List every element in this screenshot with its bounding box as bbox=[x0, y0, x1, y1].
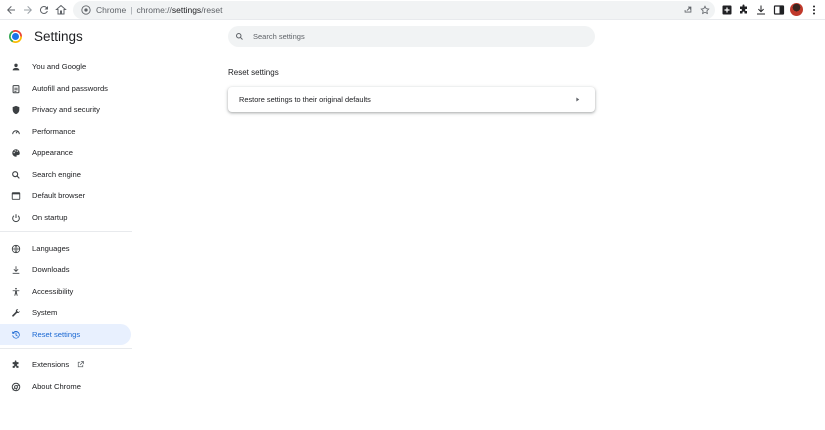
extensions-puzzle-icon[interactable] bbox=[736, 2, 752, 18]
person-icon bbox=[10, 61, 22, 73]
sidebar-item-label: Default browser bbox=[32, 191, 86, 200]
omnibox[interactable]: Chrome | chrome://settings/reset bbox=[73, 1, 715, 19]
bookmark-star-icon[interactable] bbox=[697, 2, 713, 18]
sidebar-item-languages[interactable]: Languages bbox=[0, 238, 131, 259]
sidebar-item-label: Privacy and security bbox=[32, 105, 100, 114]
sidebar-item-label: Search engine bbox=[32, 170, 81, 179]
sidebar-item-label: Languages bbox=[32, 244, 70, 253]
search-icon bbox=[235, 31, 247, 43]
forward-arrow-icon[interactable] bbox=[20, 2, 36, 18]
section-title: Reset settings bbox=[228, 68, 279, 77]
download-icon[interactable] bbox=[753, 2, 769, 18]
browser-toolbar: Chrome | chrome://settings/reset bbox=[0, 0, 825, 20]
chrome-page-icon[interactable] bbox=[77, 1, 95, 19]
sidebar-item-label: On startup bbox=[32, 213, 68, 222]
omnibox-url[interactable]: chrome://settings/reset bbox=[136, 5, 222, 15]
puzzle-icon bbox=[10, 359, 22, 371]
sidebar-item-label: Extensions bbox=[32, 360, 70, 369]
sidebar-item-about-chrome[interactable]: About Chrome bbox=[0, 376, 131, 397]
globe-icon bbox=[10, 243, 22, 255]
sidebar-item-label: Appearance bbox=[32, 148, 73, 157]
side-panel-icon[interactable] bbox=[771, 2, 787, 18]
sidebar-item-privacy[interactable]: Privacy and security bbox=[0, 99, 131, 120]
sidebar-item-performance[interactable]: Performance bbox=[0, 121, 131, 142]
shield-icon bbox=[10, 104, 22, 116]
restore-defaults-row[interactable]: Restore settings to their original defau… bbox=[228, 87, 595, 112]
download-icon bbox=[10, 264, 22, 276]
reload-icon[interactable] bbox=[36, 2, 52, 18]
sidebar-item-extensions[interactable]: Extensions bbox=[0, 354, 131, 375]
search-bar[interactable] bbox=[228, 26, 595, 47]
sidebar-divider bbox=[0, 348, 132, 349]
sidebar-item-label: About Chrome bbox=[32, 382, 81, 391]
speedometer-icon bbox=[10, 126, 22, 138]
wrench-icon bbox=[10, 307, 22, 319]
home-icon[interactable] bbox=[53, 2, 69, 18]
sidebar-item-label: Accessibility bbox=[32, 287, 74, 296]
sidebar-item-default-browser[interactable]: Default browser bbox=[0, 185, 131, 206]
sidebar-item-accessibility[interactable]: Accessibility bbox=[0, 281, 131, 302]
sidebar-item-downloads[interactable]: Downloads bbox=[0, 259, 131, 280]
accessibility-icon bbox=[10, 286, 22, 298]
sidebar-item-label: Autofill and passwords bbox=[32, 84, 108, 93]
sidebar-item-label: Downloads bbox=[32, 265, 70, 274]
sidebar-item-reset-settings[interactable]: Reset settings bbox=[0, 324, 131, 345]
omnibox-separator: | bbox=[130, 5, 133, 15]
more-menu-icon[interactable] bbox=[806, 2, 822, 18]
sidebar-item-label: You and Google bbox=[32, 62, 87, 71]
chrome-logo-icon bbox=[9, 30, 22, 43]
url-scheme: chrome:// bbox=[136, 5, 172, 15]
sidebar-item-label: System bbox=[32, 308, 58, 317]
clipboard-icon bbox=[10, 83, 22, 95]
history-icon bbox=[10, 329, 22, 341]
restore-defaults-label: Restore settings to their original defau… bbox=[239, 95, 371, 104]
sidebar-item-you-and-google[interactable]: You and Google bbox=[0, 56, 131, 77]
sidebar-item-autofill[interactable]: Autofill and passwords bbox=[0, 78, 131, 99]
add-to-reading-icon[interactable] bbox=[719, 2, 735, 18]
browser-window-icon bbox=[10, 190, 22, 202]
chrome-icon bbox=[10, 381, 22, 393]
search-icon bbox=[10, 169, 22, 181]
sidebar-item-system[interactable]: System bbox=[0, 302, 131, 323]
open-in-new-icon bbox=[76, 360, 86, 370]
reset-settings-card: Restore settings to their original defau… bbox=[228, 87, 595, 112]
sidebar-item-search-engine[interactable]: Search engine bbox=[0, 164, 131, 185]
url-path: /reset bbox=[201, 5, 223, 15]
sidebar-item-label: Reset settings bbox=[32, 330, 81, 339]
sidebar-item-label: Performance bbox=[32, 127, 76, 136]
sidebar-divider bbox=[0, 231, 132, 232]
back-arrow-icon[interactable] bbox=[3, 2, 19, 18]
omnibox-origin: Chrome bbox=[96, 5, 127, 15]
search-input[interactable] bbox=[253, 32, 553, 41]
power-icon bbox=[10, 212, 22, 224]
sidebar-item-appearance[interactable]: Appearance bbox=[0, 142, 131, 163]
page-title: Settings bbox=[34, 29, 83, 44]
palette-icon bbox=[10, 147, 22, 159]
play-arrow-icon bbox=[574, 96, 581, 103]
url-host: settings bbox=[171, 5, 202, 15]
share-icon[interactable] bbox=[680, 2, 696, 18]
profile-avatar[interactable] bbox=[790, 3, 803, 16]
sidebar-item-on-startup[interactable]: On startup bbox=[0, 207, 131, 228]
